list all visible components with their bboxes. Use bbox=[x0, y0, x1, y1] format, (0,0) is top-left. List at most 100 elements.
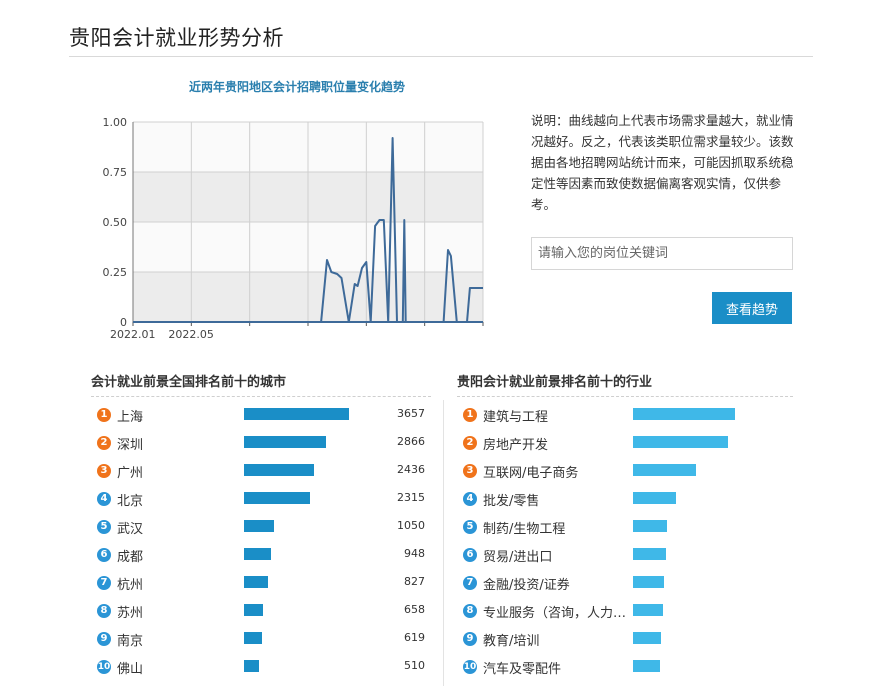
city-value-bar bbox=[244, 632, 262, 644]
industry-name: 建筑与工程 bbox=[483, 410, 549, 425]
city-ranking-divider bbox=[91, 396, 431, 397]
industry-rank-item[interactable]: 8 专业服务（咨询，人力… bbox=[457, 599, 793, 627]
industry-share-bar bbox=[633, 604, 663, 616]
industry-share-bar bbox=[633, 520, 667, 532]
rank-badge: 7 bbox=[97, 576, 111, 590]
industry-rank-item[interactable]: 7 金融/投资/证券 bbox=[457, 571, 793, 599]
city-rank-item[interactable]: 10 佛山 510 bbox=[91, 655, 431, 683]
industry-share-bar bbox=[633, 464, 696, 476]
rank-badge: 3 bbox=[97, 464, 111, 478]
rank-badge: 7 bbox=[463, 576, 477, 590]
y-tick-label: 0.50 bbox=[103, 216, 128, 229]
rank-value: 827 bbox=[404, 575, 425, 588]
rank-value: 3657 bbox=[397, 407, 425, 420]
city-name: 成都 bbox=[117, 550, 144, 565]
rank-badge: 6 bbox=[97, 548, 111, 562]
industry-rank-item[interactable]: 2 房地产开发 bbox=[457, 431, 793, 459]
column-divider bbox=[443, 400, 444, 686]
city-name: 广州 bbox=[117, 466, 144, 481]
view-trend-button[interactable]: 查看趋势 bbox=[712, 292, 792, 324]
city-name: 北京 bbox=[117, 494, 144, 509]
city-rank-item[interactable]: 9 南京 619 bbox=[91, 627, 431, 655]
city-rank-item[interactable]: 7 杭州 827 bbox=[91, 571, 431, 599]
city-rank-item[interactable]: 4 北京 2315 bbox=[91, 487, 431, 515]
rank-badge: 5 bbox=[463, 520, 477, 534]
industry-name: 专业服务（咨询，人力… bbox=[483, 606, 627, 621]
industry-rank-item[interactable]: 9 教育/培训 bbox=[457, 627, 793, 655]
trend-chart: 00.250.500.751.002022.01 2022.05 bbox=[103, 116, 484, 341]
rank-badge: 5 bbox=[97, 520, 111, 534]
industry-ranking-title: 贵阳会计就业前景排名前十的行业 bbox=[457, 375, 653, 390]
industry-name: 制药/生物工程 bbox=[483, 522, 566, 537]
city-value-bar bbox=[244, 492, 310, 504]
industry-share-bar bbox=[633, 492, 676, 504]
rank-value: 658 bbox=[404, 603, 425, 616]
industry-name: 批发/零售 bbox=[483, 494, 540, 509]
rank-badge: 1 bbox=[463, 408, 477, 422]
rank-value: 2315 bbox=[397, 491, 425, 504]
city-value-bar bbox=[244, 520, 274, 532]
job-keyword-input[interactable] bbox=[531, 237, 793, 270]
city-rank-item[interactable]: 8 苏州 658 bbox=[91, 599, 431, 627]
industry-rank-item[interactable]: 4 批发/零售 bbox=[457, 487, 793, 515]
rank-badge: 8 bbox=[463, 604, 477, 618]
industry-ranking: 贵阳会计就业前景排名前十的行业 1 建筑与工程 2 房地产开发 3 互联网/电子商务 4 批发… bbox=[457, 374, 793, 683]
industry-share-bar bbox=[633, 660, 660, 672]
industry-rank-item[interactable]: 10 汽车及零配件 bbox=[457, 655, 793, 683]
industry-share-bar bbox=[633, 576, 664, 588]
city-value-bar bbox=[244, 548, 271, 560]
city-ranking: 会计就业前景全国排名前十的城市 1 上海 3657 2 深圳 2866 3 广州 2436 4 北京… bbox=[91, 374, 431, 683]
rank-value: 619 bbox=[404, 631, 425, 644]
city-value-bar bbox=[244, 436, 326, 448]
industry-name: 汽车及零配件 bbox=[483, 662, 562, 677]
y-tick-label: 0.75 bbox=[103, 166, 128, 179]
industry-share-bar bbox=[633, 436, 728, 448]
page-title: 贵阳会计就业形势分析 bbox=[69, 26, 284, 50]
y-tick-label: 0.25 bbox=[103, 266, 128, 279]
industry-name: 贸易/进出口 bbox=[483, 550, 553, 565]
city-rank-item[interactable]: 2 深圳 2866 bbox=[91, 431, 431, 459]
city-name: 上海 bbox=[117, 410, 144, 425]
rank-value: 948 bbox=[404, 547, 425, 560]
rank-badge: 2 bbox=[463, 436, 477, 450]
rank-badge: 4 bbox=[463, 492, 477, 506]
rank-badge: 10 bbox=[97, 660, 111, 674]
city-name: 杭州 bbox=[117, 578, 144, 593]
industry-name: 教育/培训 bbox=[483, 634, 540, 649]
city-rank-item[interactable]: 5 武汉 1050 bbox=[91, 515, 431, 543]
rank-badge: 3 bbox=[463, 464, 477, 478]
industry-share-bar bbox=[633, 632, 661, 644]
industry-rank-item[interactable]: 3 互联网/电子商务 bbox=[457, 459, 793, 487]
industry-rank-item[interactable]: 6 贸易/进出口 bbox=[457, 543, 793, 571]
city-ranking-title: 会计就业前景全国排名前十的城市 bbox=[91, 375, 287, 390]
rank-value: 2436 bbox=[397, 463, 425, 476]
chart-note: 说明：曲线越向上代表市场需求量越大，就业情况越好。反之，代表该类职位需求量较少。… bbox=[531, 113, 794, 212]
industry-list: 1 建筑与工程 2 房地产开发 3 互联网/电子商务 4 批发/零售 5 制药/生物工程 6 贸易/进… bbox=[457, 403, 793, 683]
city-name: 南京 bbox=[117, 634, 144, 649]
city-rank-item[interactable]: 3 广州 2436 bbox=[91, 459, 431, 487]
rank-badge: 9 bbox=[97, 632, 111, 646]
city-name: 佛山 bbox=[117, 662, 144, 677]
trend-chart-title: 近两年贵阳地区会计招聘职位量变化趋势 bbox=[188, 80, 405, 94]
x-tick-label: 2022.05 bbox=[168, 328, 214, 341]
industry-rank-item[interactable]: 5 制药/生物工程 bbox=[457, 515, 793, 543]
city-name: 深圳 bbox=[117, 438, 144, 453]
city-rank-item[interactable]: 6 成都 948 bbox=[91, 543, 431, 571]
industry-name: 金融/投资/证券 bbox=[483, 578, 570, 593]
rank-badge: 6 bbox=[463, 548, 477, 562]
title-divider bbox=[69, 56, 813, 57]
industry-rank-item[interactable]: 1 建筑与工程 bbox=[457, 403, 793, 431]
city-list: 1 上海 3657 2 深圳 2866 3 广州 2436 4 北京 2315 5 武汉 1050 6 成都 94… bbox=[91, 403, 431, 683]
industry-name: 房地产开发 bbox=[483, 438, 549, 453]
rank-value: 1050 bbox=[397, 519, 425, 532]
city-value-bar bbox=[244, 464, 314, 476]
city-rank-item[interactable]: 1 上海 3657 bbox=[91, 403, 431, 431]
city-value-bar bbox=[244, 604, 263, 616]
rank-badge: 8 bbox=[97, 604, 111, 618]
rank-badge: 9 bbox=[463, 632, 477, 646]
industry-ranking-divider bbox=[457, 396, 793, 397]
city-name: 武汉 bbox=[117, 522, 144, 537]
rank-badge: 1 bbox=[97, 408, 111, 422]
industry-share-bar bbox=[633, 408, 735, 420]
rank-badge: 4 bbox=[97, 492, 111, 506]
